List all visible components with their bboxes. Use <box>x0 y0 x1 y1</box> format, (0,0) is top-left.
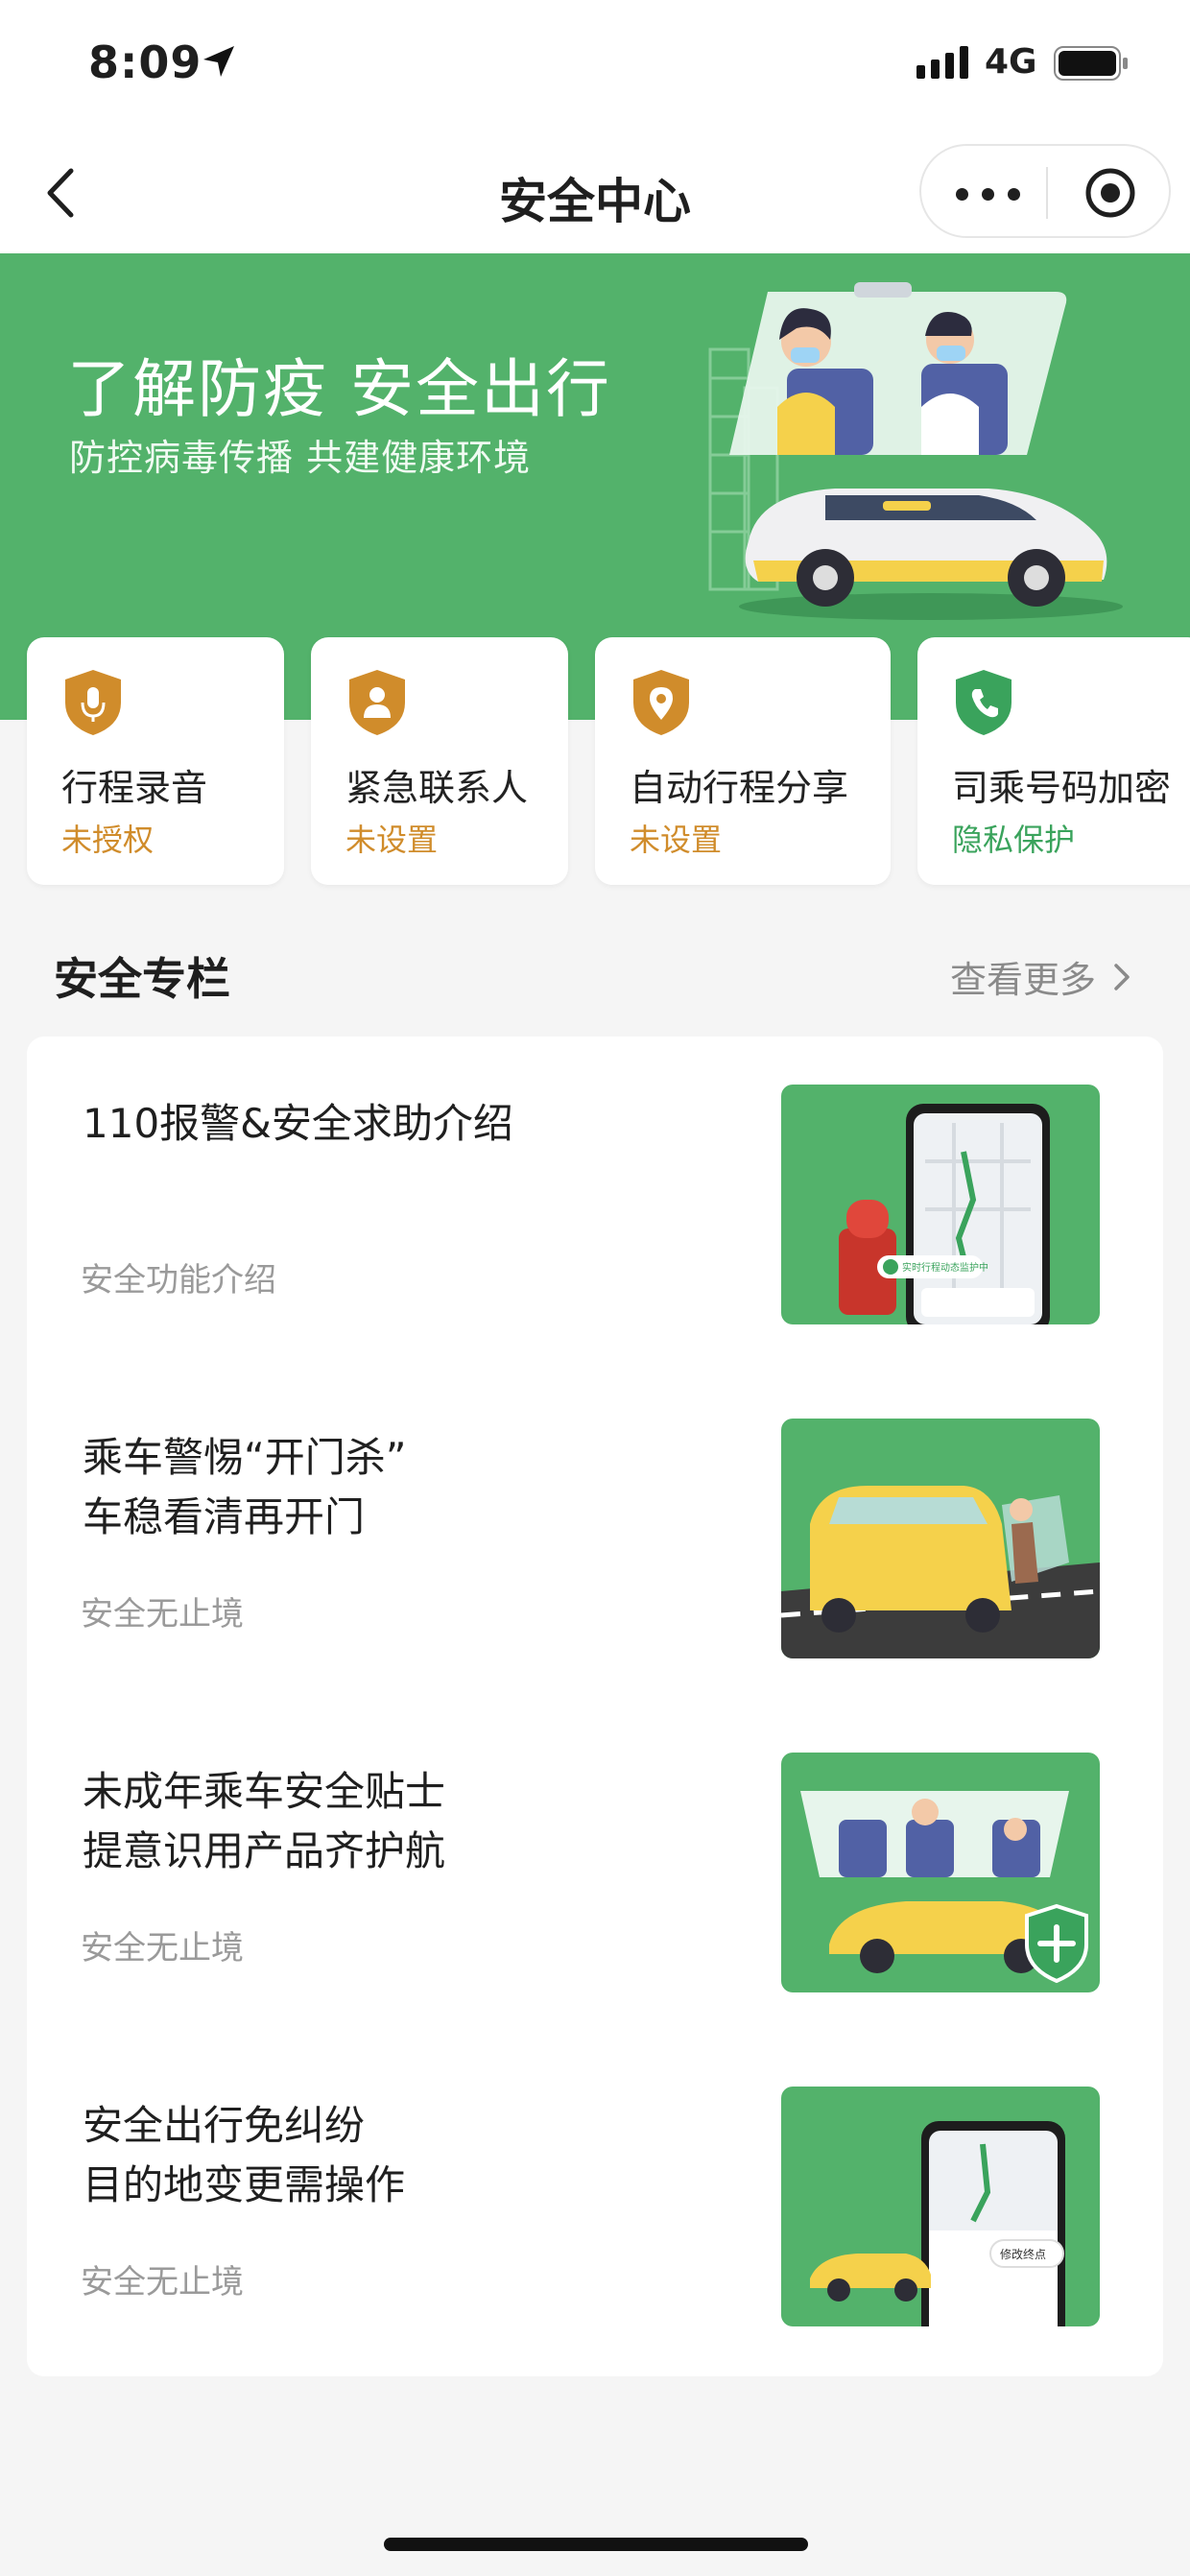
child-safety-illustration <box>800 1791 1088 1984</box>
banner-subtitle: 防控病毒传播 共建健康环境 <box>69 437 532 479</box>
feature-emergency-contact[interactable]: 紧急联系人 未设置 <box>311 637 568 885</box>
feature-label: 行程录音 <box>61 767 208 809</box>
article-title-line: 安全出行免纠纷 <box>83 2102 366 2149</box>
battery-icon <box>1054 46 1128 81</box>
article-title-line: 车稳看清再开门 <box>83 1493 366 1540</box>
network-type: 4G <box>985 42 1037 82</box>
thumb-badge-text: 修改终点 <box>1000 2247 1046 2261</box>
destination-change-illustration: 修改终点 <box>810 2121 1065 2326</box>
feature-status: 未设置 <box>630 822 723 858</box>
article-thumbnail-door <box>781 1419 1100 1658</box>
microphone-icon <box>65 670 121 735</box>
article-item[interactable]: 未成年乘车安全贴士 提意识用产品齐护航 安全无止境 <box>27 1705 1163 2040</box>
status-bar: 8:09 4G <box>0 0 1190 134</box>
person-icon <box>349 670 405 735</box>
phone-map-illustration: 实时行程动态监护中 <box>839 1104 1050 1324</box>
article-tag: 安全无止境 <box>81 1929 244 1968</box>
nav-bar: 安全中心 <box>0 134 1190 253</box>
article-thumbnail-destination: 修改终点 <box>781 2087 1100 2326</box>
article-title: 安全出行免纠纷 目的地变更需操作 <box>83 2096 735 2215</box>
feature-number-encryption[interactable]: 司乘号码加密 隐私保护 <box>917 637 1190 885</box>
article-thumbnail-minor <box>781 1753 1100 1992</box>
article-tag: 安全无止境 <box>81 2263 244 2302</box>
safety-feature-row: 行程录音 未授权 紧急联系人 未设置 自动行程分享 未设置 司乘号码加密 隐私保… <box>0 637 1190 887</box>
mini-program-capsule <box>919 144 1171 238</box>
thumb-badge-text: 实时行程动态监护中 <box>902 1261 988 1274</box>
signal-icon <box>916 46 968 79</box>
article-item[interactable]: 乘车警惕“开门杀” 车稳看清再开门 安全无止境 <box>27 1371 1163 1706</box>
car-door-illustration <box>781 1486 1100 1658</box>
location-pin-icon <box>633 670 689 735</box>
article-title-line: 提意识用产品齐护航 <box>83 1827 446 1874</box>
more-icon[interactable] <box>950 175 1027 213</box>
article-title-line: 110报警&安全求助介绍 <box>83 1100 513 1147</box>
article-title: 110报警&安全求助介绍 <box>83 1094 735 1154</box>
article-title: 乘车警惕“开门杀” 车稳看清再开门 <box>83 1428 735 1547</box>
feature-label: 自动行程分享 <box>630 767 849 809</box>
article-title-line: 乘车警惕“开门杀” <box>83 1434 407 1481</box>
close-target-icon[interactable] <box>1083 165 1138 221</box>
section-title: 安全专栏 <box>54 953 230 1005</box>
article-item[interactable]: 110报警&安全求助介绍 安全功能介绍 实时行程动态监护中 <box>27 1037 1163 1372</box>
feature-status: 未设置 <box>345 822 439 858</box>
capsule-divider <box>1046 167 1048 219</box>
car-illustration <box>708 282 1123 620</box>
home-indicator <box>384 2538 808 2551</box>
feature-status: 隐私保护 <box>952 822 1076 858</box>
feature-trip-recording[interactable]: 行程录音 未授权 <box>27 637 284 885</box>
phone-icon <box>956 670 1012 735</box>
article-title-line: 未成年乘车安全贴士 <box>83 1768 446 1815</box>
banner-title: 了解防疫 安全出行 <box>67 352 611 426</box>
article-item[interactable]: 安全出行免纠纷 目的地变更需操作 安全无止境 修改终点 <box>27 2039 1163 2374</box>
feature-auto-trip-share[interactable]: 自动行程分享 未设置 <box>595 637 891 885</box>
view-more-label: 查看更多 <box>949 959 1096 1001</box>
status-time: 8:09 <box>88 36 202 88</box>
article-title-line: 目的地变更需操作 <box>83 2161 406 2208</box>
article-tag: 安全功能介绍 <box>81 1261 276 1300</box>
chevron-right-icon <box>1114 963 1130 990</box>
location-arrow-icon <box>203 46 234 77</box>
safety-column-list: 110报警&安全求助介绍 安全功能介绍 实时行程动态监护中 乘车警惕“开门杀” … <box>27 1037 1163 2376</box>
feature-status: 未授权 <box>61 822 155 858</box>
article-thumbnail-alarm: 实时行程动态监护中 <box>781 1085 1100 1324</box>
view-more-link[interactable]: 查看更多 <box>950 950 1130 1003</box>
article-tag: 安全无止境 <box>81 1595 244 1634</box>
article-title: 未成年乘车安全贴士 提意识用产品齐护航 <box>83 1762 735 1881</box>
feature-label: 司乘号码加密 <box>952 767 1172 809</box>
feature-label: 紧急联系人 <box>345 767 529 809</box>
